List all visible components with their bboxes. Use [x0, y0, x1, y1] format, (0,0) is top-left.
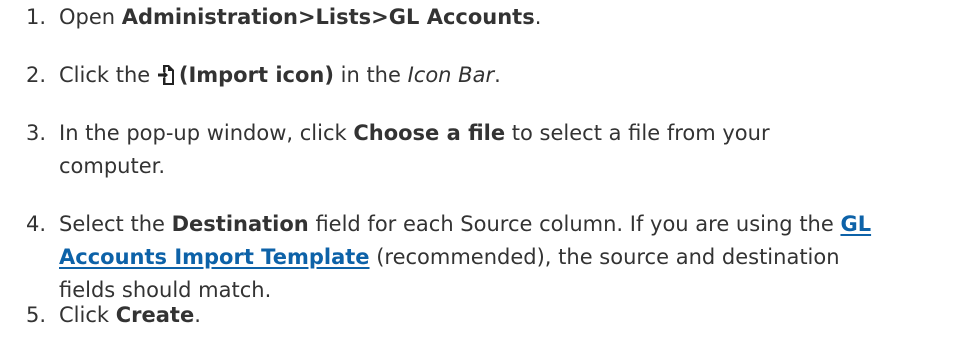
step-text-pre: Click — [59, 303, 116, 327]
step-text: In the pop-up window, click Choose a fil… — [59, 117, 954, 183]
create-term: Create — [115, 303, 195, 327]
step-number: 5. — [26, 303, 47, 327]
step-text: Click the (Import icon) in the Icon Bar. — [59, 59, 954, 92]
import-icon — [157, 65, 174, 85]
destination-term: Destination — [171, 212, 309, 236]
step-number: 1. — [26, 5, 47, 29]
step-text-continuation: computer. — [59, 154, 166, 178]
step-text: Open Administration>Lists>GL Accounts. — [59, 1, 954, 34]
step-text-mid: in the — [333, 63, 408, 87]
step-number: 3. — [26, 121, 47, 145]
step-text-post: . — [534, 5, 542, 29]
step-text-post: to select a file from your — [505, 121, 770, 145]
step-number: 4. — [26, 212, 47, 236]
step-text-pre: In the pop-up window, click — [59, 121, 354, 145]
link-text-part2[interactable]: Accounts Import Template — [59, 245, 370, 269]
step-text-pre: Open — [59, 5, 122, 29]
icon-bar-term: Icon Bar — [407, 63, 495, 87]
step-text-post: . — [494, 63, 501, 87]
step-text-mid: field for each Source column. If you are… — [308, 212, 841, 236]
link-text-part1[interactable]: GL — [840, 212, 871, 236]
step-text-post: . — [194, 303, 201, 327]
step-text-post: (recommended), the source and destinatio… — [369, 245, 840, 269]
step-text: Select the Destination field for each So… — [59, 208, 954, 307]
menu-path: Administration>Lists>GL Accounts — [121, 5, 535, 29]
step-text: Click Create. — [59, 299, 954, 332]
import-icon-label: (Import icon) — [178, 63, 334, 87]
step-number: 2. — [26, 63, 47, 87]
step-text-pre: Select the — [59, 212, 172, 236]
step-text-pre: Click the — [59, 63, 157, 87]
choose-file-term: Choose a file — [353, 121, 506, 145]
